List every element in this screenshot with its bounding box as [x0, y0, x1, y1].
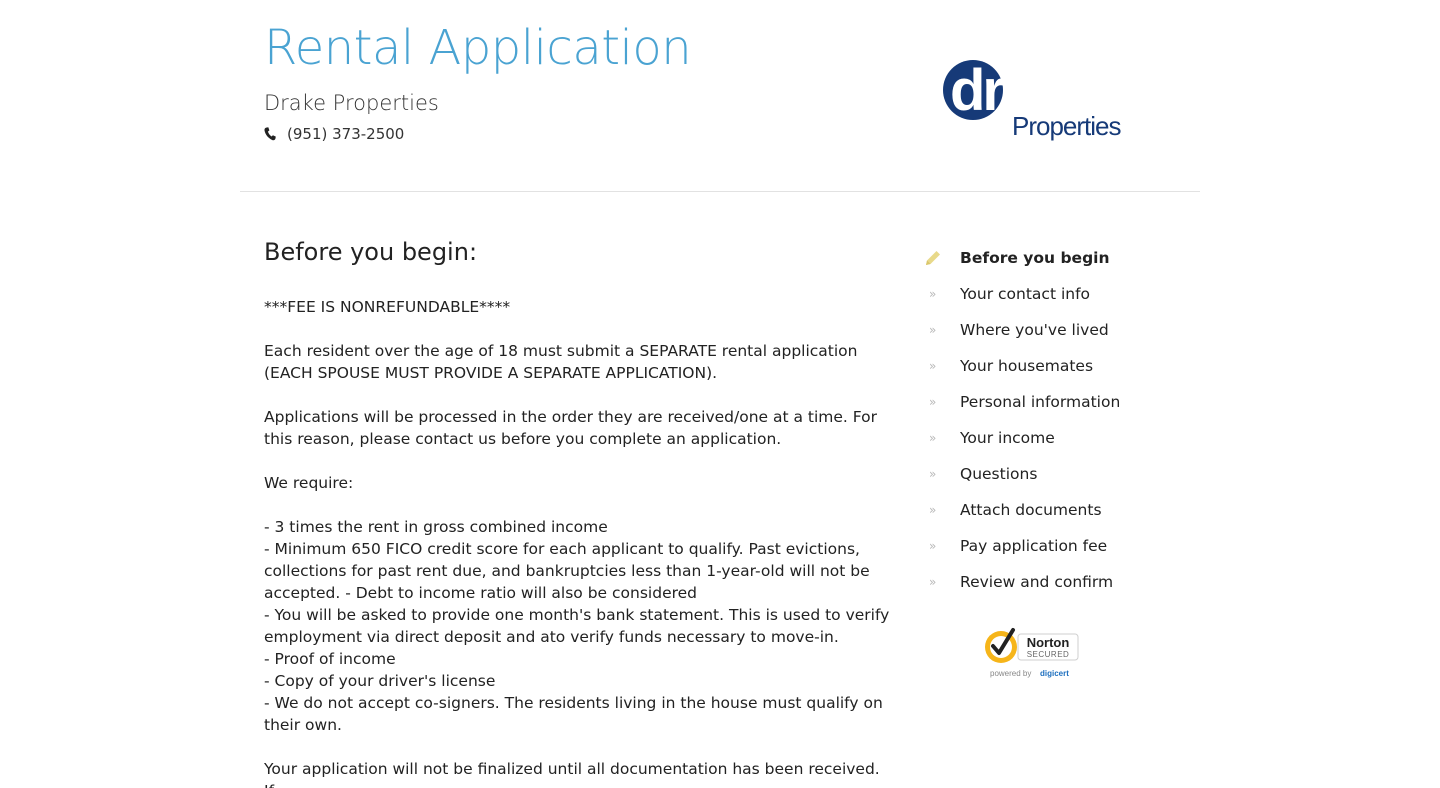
step-label: Before you begin	[960, 249, 1110, 267]
step-personal-information[interactable]: » Personal information	[924, 384, 1184, 420]
badge-subtitle: SECURED	[1027, 650, 1070, 659]
drake-properties-logo: drake Properties	[938, 56, 1138, 146]
chevron-right-icon: »	[929, 287, 937, 301]
step-label: Pay application fee	[960, 537, 1108, 555]
section-heading: Before you begin:	[264, 238, 478, 266]
logo-text-bottom: Properties	[1012, 111, 1121, 141]
step-label: Your housemates	[960, 357, 1094, 375]
requirement-item: - 3 times the rent in gross combined inc…	[264, 518, 608, 536]
step-attach-documents[interactable]: » Attach documents	[924, 492, 1184, 528]
requirement-item: - You will be asked to provide one month…	[264, 606, 890, 646]
step-where-youve-lived[interactable]: » Where you've lived	[924, 312, 1184, 348]
requirement-item: - We do not accept co-signers. The resid…	[264, 694, 883, 734]
chevron-right-icon: »	[929, 467, 937, 481]
paragraph-closing: Your application will not be finalized u…	[264, 760, 880, 788]
phone-icon	[264, 127, 276, 141]
step-label: Where you've lived	[960, 321, 1109, 339]
company-name: Drake Properties	[264, 91, 439, 115]
requirement-item: - Minimum 650 FICO credit score for each…	[264, 540, 870, 602]
badge-brand: digicert	[1040, 669, 1069, 678]
paragraph-we-require: We require:	[264, 474, 354, 492]
norton-secured-badge[interactable]: Norton SECURED powered by digicert	[982, 624, 1080, 682]
chevron-right-icon: »	[929, 359, 937, 373]
step-your-housemates[interactable]: » Your housemates	[924, 348, 1184, 384]
application-steps-nav: Before you begin » Your contact info » W…	[924, 240, 1184, 600]
chevron-right-icon: »	[929, 323, 937, 337]
chevron-right-icon: »	[929, 431, 937, 445]
step-your-contact-info[interactable]: » Your contact info	[924, 276, 1184, 312]
step-label: Personal information	[960, 393, 1121, 411]
phone-row: (951) 373-2500	[264, 125, 404, 143]
chevron-right-icon: »	[929, 539, 937, 553]
paragraph-separate-application: Each resident over the age of 18 must su…	[264, 342, 858, 382]
step-label: Review and confirm	[960, 573, 1114, 591]
chevron-right-icon: »	[929, 395, 937, 409]
step-review-and-confirm[interactable]: » Review and confirm	[924, 564, 1184, 600]
step-pay-application-fee[interactable]: » Pay application fee	[924, 528, 1184, 564]
header-divider	[240, 191, 1200, 192]
main-content: Before you begin: ***FEE IS NONREFUNDABL…	[264, 238, 894, 788]
requirement-item: - Proof of income	[264, 650, 396, 668]
requirement-item: - Copy of your driver's license	[264, 672, 496, 690]
chevron-right-icon: »	[929, 575, 937, 589]
page-title: Rental Application	[264, 20, 692, 76]
badge-powered-by: powered by	[990, 669, 1031, 678]
badge-title: Norton	[1027, 635, 1070, 650]
step-label: Questions	[960, 465, 1038, 483]
requirements-list: - 3 times the rent in gross combined inc…	[264, 516, 894, 736]
page-header: Rental Application Drake Properties (951…	[264, 0, 1200, 191]
step-before-you-begin[interactable]: Before you begin	[924, 240, 1184, 276]
chevron-right-icon: »	[929, 503, 937, 517]
step-label: Your income	[960, 429, 1055, 447]
step-your-income[interactable]: » Your income	[924, 420, 1184, 456]
phone-number: (951) 373-2500	[287, 125, 405, 143]
step-questions[interactable]: » Questions	[924, 456, 1184, 492]
step-label: Your contact info	[960, 285, 1091, 303]
fee-notice: ***FEE IS NONREFUNDABLE****	[264, 298, 511, 316]
pencil-icon	[924, 249, 960, 267]
step-label: Attach documents	[960, 501, 1102, 519]
paragraph-processing-order: Applications will be processed in the or…	[264, 408, 877, 448]
